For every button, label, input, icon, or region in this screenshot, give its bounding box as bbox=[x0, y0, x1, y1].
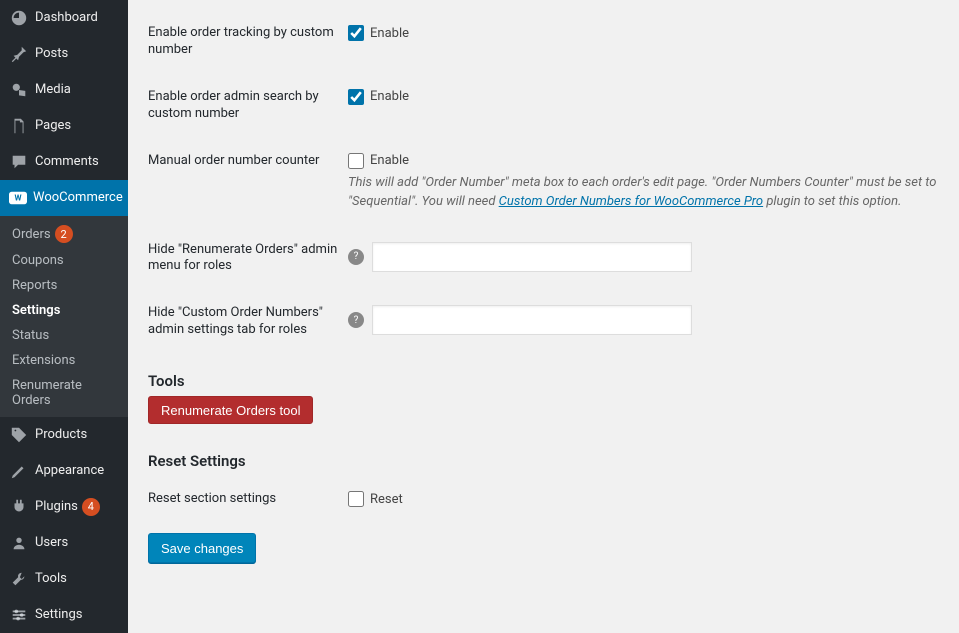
sidebar-item-appearance[interactable]: Appearance bbox=[0, 453, 128, 489]
hide-menu-label: Hide "Renumerate Orders" admin menu for … bbox=[148, 242, 348, 276]
checkbox-label: Enable bbox=[370, 153, 409, 168]
sidebar-item-label: Users bbox=[35, 534, 68, 552]
sidebar-item-label: Comments bbox=[35, 153, 99, 171]
submenu-item-label: Status bbox=[12, 328, 49, 343]
reset-heading: Reset Settings bbox=[148, 452, 939, 470]
row-hide-menu-roles: Hide "Renumerate Orders" admin menu for … bbox=[148, 227, 939, 291]
submenu-settings[interactable]: Settings bbox=[0, 298, 128, 323]
sidebar-item-label: Media bbox=[35, 81, 71, 99]
tools-heading: Tools bbox=[148, 372, 939, 390]
enable-tracking-checkbox[interactable] bbox=[348, 25, 364, 41]
settings-content: Enable order tracking by custom number E… bbox=[128, 0, 959, 633]
submenu-status[interactable]: Status bbox=[0, 323, 128, 348]
enable-search-checkbox[interactable] bbox=[348, 89, 364, 105]
sidebar-item-woocommerce[interactable]: W WooCommerce bbox=[0, 180, 128, 216]
tools-icon bbox=[9, 569, 29, 589]
sidebar-item-users[interactable]: Users bbox=[0, 525, 128, 561]
sidebar-item-label: Appearance bbox=[35, 462, 104, 480]
reset-checkbox-wrap[interactable]: Reset bbox=[348, 491, 939, 507]
submenu-orders[interactable]: Orders 2 bbox=[0, 220, 128, 248]
sidebar-item-tools[interactable]: Tools bbox=[0, 561, 128, 597]
submenu-coupons[interactable]: Coupons bbox=[0, 248, 128, 273]
sidebar-item-products[interactable]: Products bbox=[0, 417, 128, 453]
manual-counter-checkbox[interactable] bbox=[348, 153, 364, 169]
media-icon bbox=[9, 80, 29, 100]
reset-checkbox[interactable] bbox=[348, 491, 364, 507]
pin-icon bbox=[9, 44, 29, 64]
submenu-extensions[interactable]: Extensions bbox=[0, 348, 128, 373]
submenu-item-label: Settings bbox=[12, 303, 60, 318]
hide-tab-label: Hide "Custom Order Numbers" admin settin… bbox=[148, 305, 348, 339]
enable-tracking-label: Enable order tracking by custom number bbox=[148, 25, 348, 59]
sidebar-item-pages[interactable]: Pages bbox=[0, 108, 128, 144]
save-changes-button[interactable]: Save changes bbox=[148, 533, 256, 563]
plugin-icon bbox=[9, 497, 29, 517]
sidebar-item-settings[interactable]: Settings bbox=[0, 597, 128, 633]
manual-counter-description: This will add "Order Number" meta box to… bbox=[348, 173, 939, 212]
row-enable-search: Enable order admin search by custom numb… bbox=[148, 74, 939, 138]
sidebar-item-label: Tools bbox=[35, 570, 67, 588]
checkbox-label: Enable bbox=[370, 89, 409, 104]
admin-sidebar: Dashboard Posts Media Pages Comments W W… bbox=[0, 0, 128, 633]
pro-plugin-link[interactable]: Custom Order Numbers for WooCommerce Pro bbox=[499, 194, 763, 209]
orders-badge: 2 bbox=[55, 225, 73, 243]
submenu-item-label: Orders bbox=[12, 227, 51, 242]
enable-tracking-checkbox-wrap[interactable]: Enable bbox=[348, 25, 939, 41]
enable-search-label: Enable order admin search by custom numb… bbox=[148, 89, 348, 123]
sidebar-item-comments[interactable]: Comments bbox=[0, 144, 128, 180]
hide-menu-roles-input[interactable] bbox=[372, 242, 692, 272]
renumerate-orders-button[interactable]: Renumerate Orders tool bbox=[148, 396, 313, 424]
desc-text-2: plugin to set this option. bbox=[763, 194, 901, 209]
dashboard-icon bbox=[9, 8, 29, 28]
sidebar-item-label: Pages bbox=[35, 117, 71, 135]
submenu-item-label: Coupons bbox=[12, 253, 64, 268]
row-reset-settings: Reset section settings Reset bbox=[148, 476, 939, 523]
page-icon bbox=[9, 116, 29, 136]
row-hide-tab-roles: Hide "Custom Order Numbers" admin settin… bbox=[148, 290, 939, 354]
sidebar-item-media[interactable]: Media bbox=[0, 72, 128, 108]
submenu-renumerate[interactable]: Renumerate Orders bbox=[0, 373, 128, 413]
plugins-badge: 4 bbox=[82, 498, 100, 516]
manual-counter-checkbox-wrap[interactable]: Enable bbox=[348, 153, 939, 169]
row-manual-counter: Manual order number counter Enable This … bbox=[148, 138, 939, 227]
svg-text:W: W bbox=[14, 193, 21, 203]
sidebar-item-label: Products bbox=[35, 426, 87, 444]
submenu-item-label: Renumerate Orders bbox=[12, 378, 116, 408]
help-icon[interactable]: ? bbox=[348, 249, 364, 265]
sidebar-item-label: WooCommerce bbox=[33, 189, 123, 207]
reset-label: Reset section settings bbox=[148, 491, 348, 508]
sidebar-item-label: Posts bbox=[35, 45, 68, 63]
settings-icon bbox=[9, 605, 29, 625]
comment-icon bbox=[9, 152, 29, 172]
sidebar-item-label: Dashboard bbox=[35, 9, 98, 27]
sidebar-item-posts[interactable]: Posts bbox=[0, 36, 128, 72]
appearance-icon bbox=[9, 461, 29, 481]
checkbox-label: Reset bbox=[370, 492, 403, 507]
manual-counter-label: Manual order number counter bbox=[148, 153, 348, 170]
products-icon bbox=[9, 425, 29, 445]
submenu-item-label: Reports bbox=[12, 278, 57, 293]
enable-search-checkbox-wrap[interactable]: Enable bbox=[348, 89, 939, 105]
woocommerce-icon: W bbox=[9, 188, 27, 208]
row-enable-tracking: Enable order tracking by custom number E… bbox=[148, 10, 939, 74]
sidebar-item-label: Settings bbox=[35, 606, 82, 624]
submenu-reports[interactable]: Reports bbox=[0, 273, 128, 298]
sidebar-item-plugins[interactable]: Plugins 4 bbox=[0, 489, 128, 525]
submenu-item-label: Extensions bbox=[12, 353, 75, 368]
checkbox-label: Enable bbox=[370, 26, 409, 41]
hide-tab-roles-input[interactable] bbox=[372, 305, 692, 335]
woocommerce-submenu: Orders 2 Coupons Reports Settings Status… bbox=[0, 216, 128, 417]
sidebar-item-dashboard[interactable]: Dashboard bbox=[0, 0, 128, 36]
help-icon[interactable]: ? bbox=[348, 312, 364, 328]
users-icon bbox=[9, 533, 29, 553]
sidebar-item-label: Plugins bbox=[35, 498, 78, 516]
